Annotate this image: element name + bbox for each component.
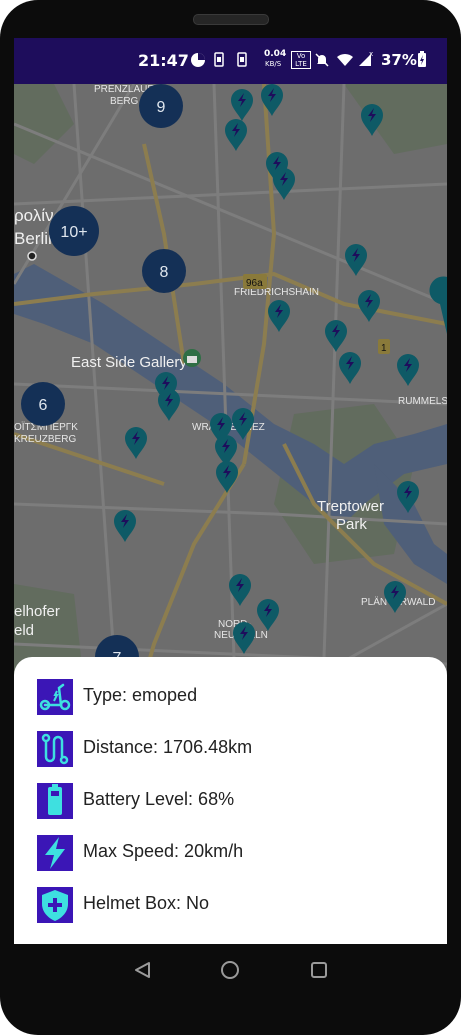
data-saver-icon [191, 53, 205, 67]
shield-plus-icon [37, 887, 73, 923]
svg-text:1: 1 [381, 343, 387, 354]
net-speed-value: 0.04 [264, 49, 287, 59]
volte-badge: Vo LTE [291, 51, 311, 69]
scooter-icon [37, 679, 73, 715]
vehicle-helmet-box: Helmet Box: No [83, 893, 210, 913]
wifi-icon [337, 53, 353, 66]
phone-frame: PRENZLAUER BERG FRIEDRICHSHAIN RUMMELS Ο… [0, 0, 461, 1035]
sim-icon [214, 52, 224, 67]
route-icon [37, 731, 73, 767]
map-label-berlin-greek: ρολίν [14, 206, 54, 225]
net-speed-unit: KB/S [265, 60, 282, 68]
cluster-8[interactable]: 8 [142, 249, 186, 293]
map-label-tempelhofer: elhofer [14, 603, 60, 620]
signal-icon: x [359, 50, 373, 66]
road-shield-1: 1 [378, 339, 390, 354]
map-label-east-side-gallery: East Side Gallery [71, 354, 187, 371]
battery-charging-icon [418, 51, 426, 67]
vehicle-max-speed: Max Speed: 20km/h [83, 841, 244, 861]
cluster-9[interactable]: 9 [139, 84, 183, 128]
recents-icon[interactable] [309, 960, 329, 980]
lightning-icon [37, 835, 73, 871]
battery-icon [37, 783, 73, 819]
earpiece-speaker [193, 14, 269, 25]
cluster-10plus[interactable]: 10+ [49, 206, 99, 256]
berlin-capital-marker [27, 251, 37, 261]
map-label-berg: BERG [110, 96, 139, 107]
battery-percent: 37% [381, 51, 417, 69]
vehicle-details-sheet[interactable]: Type: emoped Distance: 1706.48km Battery… [14, 657, 447, 944]
svg-text:x: x [369, 50, 373, 58]
screen: PRENZLAUER BERG FRIEDRICHSHAIN RUMMELS Ο… [14, 38, 447, 944]
navigation-bar [0, 944, 461, 1000]
svg-text:9: 9 [157, 99, 166, 116]
map-label-kreuzberg: KREUZBERG [14, 434, 76, 445]
map-label-treptower: Treptower [317, 498, 384, 515]
mute-bell-icon [315, 53, 329, 67]
status-time: 21:47 [138, 51, 189, 70]
east-side-gallery-poi-icon[interactable] [183, 349, 201, 367]
map-label-rummels: RUMMELS [398, 396, 447, 407]
back-icon[interactable] [133, 960, 153, 980]
svg-text:10+: 10+ [60, 224, 87, 241]
svg-text:8: 8 [160, 264, 169, 281]
road-shield-96a: 96a [243, 274, 267, 289]
status-bar: 21:47 0.04 KB/S Vo LTE x 37% [14, 38, 447, 84]
vehicle-type: Type: emoped [83, 685, 198, 705]
svg-text:96a: 96a [246, 278, 263, 289]
vehicle-battery: Battery Level: 68% [83, 789, 235, 809]
home-icon[interactable] [220, 960, 240, 980]
cluster-6[interactable]: 6 [21, 382, 65, 426]
svg-text:6: 6 [39, 397, 48, 414]
map-label-feld: eld [14, 622, 34, 639]
vehicle-distance: Distance: 1706.48km [83, 737, 253, 757]
sim-icon-2 [237, 52, 247, 67]
map-label-park: Park [336, 516, 367, 533]
